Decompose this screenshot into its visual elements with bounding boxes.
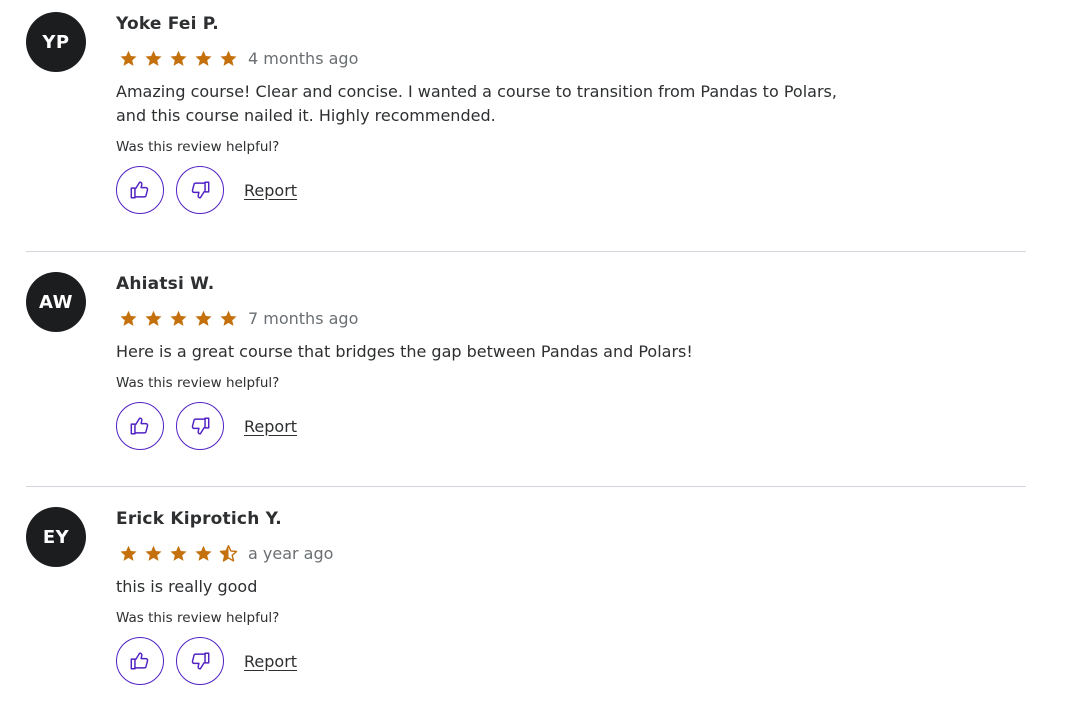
avatar: AW [26, 272, 86, 332]
thumbs-up-button[interactable] [116, 166, 164, 214]
reviewer-name: Ahiatsi W. [116, 274, 215, 294]
thumbs-up-icon [130, 181, 149, 199]
star-full-icon [170, 545, 187, 561]
thumbs-down-button[interactable] [176, 637, 224, 685]
review-date: 7 months ago [248, 308, 359, 328]
review-content: Ahiatsi W. 7 months ago Here is a great … [116, 272, 1016, 450]
review-date: a year ago [248, 543, 334, 563]
review-content: Yoke Fei P. 4 months ago Amazing course!… [116, 12, 1016, 214]
review-actions: Report [116, 166, 1016, 214]
reviewer-name: Erick Kiprotich Y. [116, 509, 282, 529]
review-content: Erick Kiprotich Y. a year ago this is re… [116, 507, 1016, 685]
star-full-icon [120, 50, 137, 66]
thumbs-up-button[interactable] [116, 637, 164, 685]
thumbs-up-icon [130, 417, 149, 435]
thumbs-up-icon [130, 652, 149, 670]
star-full-icon [220, 310, 237, 326]
star-full-icon [170, 50, 187, 66]
helpful-prompt: Was this review helpful? [116, 139, 280, 155]
avatar: YP [26, 12, 86, 72]
rating-row: 4 months ago [116, 46, 1016, 70]
star-full-icon [145, 310, 162, 326]
thumbs-down-button[interactable] [176, 166, 224, 214]
star-full-icon [220, 50, 237, 66]
avatar: EY [26, 507, 86, 567]
helpful-prompt: Was this review helpful? [116, 610, 280, 626]
star-full-icon [170, 310, 187, 326]
star-rating [119, 309, 244, 328]
star-full-icon [195, 545, 212, 561]
thumbs-up-button[interactable] [116, 402, 164, 450]
star-full-icon [195, 50, 212, 66]
review-actions: Report [116, 402, 1016, 450]
review-text: this is really good [116, 577, 258, 596]
star-rating [119, 49, 244, 68]
report-link[interactable]: Report [244, 652, 297, 671]
rating-row: 7 months ago [116, 306, 1016, 330]
thumbs-down-icon [191, 652, 210, 670]
thumbs-down-icon [191, 181, 210, 199]
report-link[interactable]: Report [244, 181, 297, 200]
star-full-icon [145, 545, 162, 561]
helpful-prompt: Was this review helpful? [116, 375, 280, 391]
review-date: 4 months ago [248, 48, 359, 68]
divider [26, 486, 1026, 487]
star-rating [119, 544, 244, 563]
report-link[interactable]: Report [244, 417, 297, 436]
review-actions: Report [116, 637, 1016, 685]
reviews-list: YP Yoke Fei P. 4 months ago Amazing cour… [0, 0, 1079, 707]
thumbs-down-icon [191, 417, 210, 435]
star-full-icon [120, 545, 137, 561]
star-full-icon [145, 50, 162, 66]
thumbs-down-button[interactable] [176, 402, 224, 450]
star-full-icon [120, 310, 137, 326]
star-half-icon [219, 544, 238, 562]
reviewer-name: Yoke Fei P. [116, 14, 219, 34]
rating-row: a year ago [116, 541, 1016, 565]
review-text: Here is a great course that bridges the … [116, 342, 693, 361]
star-full-icon [195, 310, 212, 326]
divider [26, 251, 1026, 252]
review-text: Amazing course! Clear and concise. I wan… [116, 82, 837, 125]
